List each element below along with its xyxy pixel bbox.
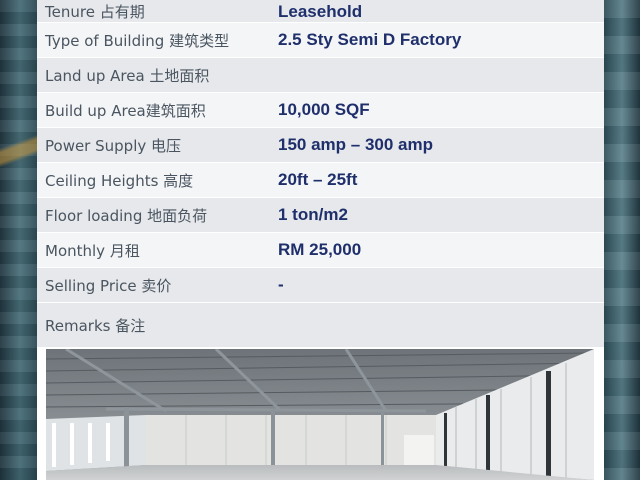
spec-row-monthly-rent: Monthly 月租 RM 25,000: [37, 232, 604, 268]
spec-label: Type of Building 建筑类型: [37, 22, 278, 58]
spec-label: Monthly 月租: [37, 232, 278, 268]
spec-value: 150 amp – 300 amp: [278, 127, 604, 163]
spec-value: 1 ton/m2: [278, 197, 604, 233]
spec-row-building-type: Type of Building 建筑类型 2.5 Sty Semi D Fac…: [37, 22, 604, 58]
spec-row-build-area: Build up Area建筑面积 10,000 SQF: [37, 92, 604, 128]
spec-value: -: [278, 267, 604, 303]
spec-label: Floor loading 地面负荷: [37, 197, 278, 233]
spec-row-land-area: Land up Area 土地面积: [37, 57, 604, 93]
spec-row-power-supply: Power Supply 电压 150 amp – 300 amp: [37, 127, 604, 163]
spec-label: Land up Area 土地面积: [37, 57, 278, 93]
spec-label: Tenure 占有期: [37, 0, 278, 23]
spec-value: RM 25,000: [278, 232, 604, 268]
spec-value: 2.5 Sty Semi D Factory: [278, 22, 604, 58]
spec-label: Build up Area建筑面积: [37, 92, 278, 128]
spec-value: Leasehold: [278, 0, 604, 23]
spec-row-tenure: Tenure 占有期 Leasehold: [37, 0, 604, 23]
spec-label: Remarks 备注: [37, 302, 278, 348]
spec-table: Tenure 占有期 Leasehold Type of Building 建筑…: [37, 0, 604, 348]
spec-value: 20ft – 25ft: [278, 162, 604, 198]
spec-row-selling-price: Selling Price 卖价 -: [37, 267, 604, 303]
warehouse-photo: [46, 349, 594, 480]
warehouse-interior-image: [46, 349, 594, 480]
spec-row-ceiling-heights: Ceiling Heights 高度 20ft – 25ft: [37, 162, 604, 198]
spec-value: [278, 302, 604, 348]
spec-row-floor-loading: Floor loading 地面负荷 1 ton/m2: [37, 197, 604, 233]
spec-label: Ceiling Heights 高度: [37, 162, 278, 198]
spec-row-remarks: Remarks 备注: [37, 302, 604, 348]
background-right-warehouse: [604, 0, 640, 480]
spec-label: Selling Price 卖价: [37, 267, 278, 303]
spec-value: 10,000 SQF: [278, 92, 604, 128]
property-spec-card: Tenure 占有期 Leasehold Type of Building 建筑…: [37, 0, 604, 480]
spec-label: Power Supply 电压: [37, 127, 278, 163]
spec-value: [278, 57, 604, 93]
background-left-warehouse: [0, 0, 37, 480]
